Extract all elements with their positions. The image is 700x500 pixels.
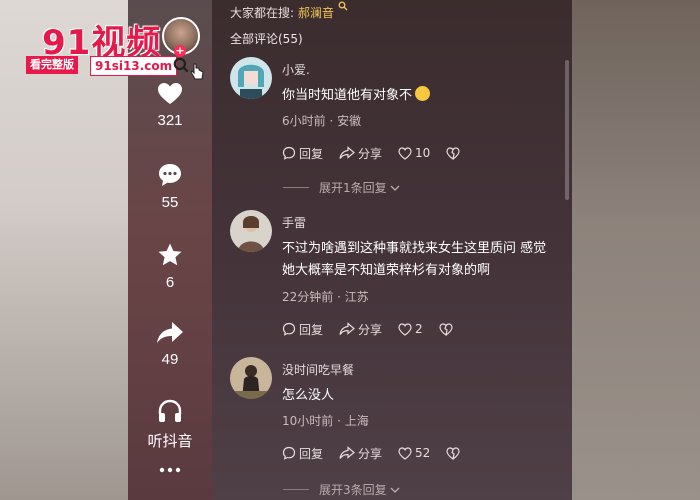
share-outline-icon (339, 322, 355, 335)
search-icon[interactable] (172, 56, 190, 74)
like-action[interactable]: 321 (128, 82, 212, 129)
commenter-avatar[interactable] (230, 57, 272, 99)
comment-text-content: 你当时知道他有对象不 (282, 88, 413, 103)
share-label: 分享 (358, 322, 383, 337)
commenter-avatar[interactable] (230, 210, 272, 252)
comment-meta: 10小时前 · 上海 (282, 414, 369, 428)
like-button[interactable]: 10 (398, 146, 430, 160)
dislike-button[interactable] (446, 146, 463, 160)
headphones-icon (158, 399, 182, 422)
comment-actions: 回复 分享 2 (282, 320, 472, 338)
expand-replies-button[interactable]: 展开3条回复 (283, 481, 400, 498)
heart-icon (158, 83, 182, 104)
hand-cursor-icon (190, 63, 204, 80)
watermark-logo[interactable]: 91视频 看完整版 91si13.com + (26, 15, 206, 80)
divider-line (283, 489, 309, 490)
dislike-button[interactable] (439, 322, 456, 336)
listen-label: 听抖音 (147, 433, 193, 450)
reply-button[interactable]: 回复 (282, 321, 323, 338)
more-action[interactable] (128, 466, 212, 474)
share-button[interactable]: 分享 (339, 145, 382, 162)
heart-outline-icon (398, 322, 412, 336)
like-count: 321 (157, 112, 183, 129)
comment-meta: 22分钟前 · 江苏 (282, 290, 369, 304)
comment-bubble-icon (159, 164, 181, 186)
comment-meta: 6小时前 · 安徽 (282, 114, 362, 128)
like-button[interactable]: 52 (398, 446, 430, 460)
more-dots-icon (159, 467, 181, 473)
reply-button[interactable]: 回复 (282, 445, 323, 462)
star-icon (158, 243, 182, 266)
comment-item: 小爱. 你当时知道他有对象不 6小时前 · 安徽 回复 分享 10 (230, 57, 560, 197)
reply-icon (282, 446, 296, 460)
comment-username[interactable]: 没时间吃早餐 (282, 361, 354, 378)
search-small-icon (338, 1, 348, 11)
favorite-action[interactable]: 6 (128, 242, 212, 291)
reply-label: 回复 (299, 322, 324, 337)
search-hint-prefix: 大家都在搜: (230, 6, 295, 20)
share-label: 分享 (358, 146, 383, 161)
reply-icon (282, 322, 296, 336)
comment-username[interactable]: 小爱. (282, 61, 310, 78)
comment-count: 55 (161, 194, 179, 211)
video-background-right (572, 0, 700, 500)
share-arrow-icon (157, 322, 183, 343)
share-outline-icon (339, 446, 355, 459)
share-count: 49 (161, 351, 179, 368)
chevron-down-icon (390, 185, 400, 191)
heart-outline-icon (398, 146, 412, 160)
divider-line (283, 187, 309, 188)
comment-action[interactable]: 55 (128, 162, 212, 211)
share-button[interactable]: 分享 (339, 445, 382, 462)
expand-label: 展开1条回复 (319, 181, 387, 195)
share-button[interactable]: 分享 (339, 321, 382, 338)
search-hint-keyword[interactable]: 郝澜音 (298, 6, 334, 20)
comment-actions: 回复 分享 52 (282, 444, 479, 462)
commenter-avatar[interactable] (230, 357, 272, 399)
expand-label: 展开3条回复 (319, 483, 387, 497)
reply-button[interactable]: 回复 (282, 145, 323, 162)
like-count: 10 (415, 146, 431, 160)
laughing-crying-emoji-icon (415, 86, 431, 101)
share-outline-icon (339, 146, 355, 159)
comments-title: 全部评论(55) (230, 32, 303, 46)
reply-icon (282, 146, 296, 160)
comment-text: 你当时知道他有对象不 (282, 85, 552, 107)
broken-heart-icon (446, 446, 460, 460)
comment-text: 怎么没人 (282, 388, 335, 403)
dislike-button[interactable] (446, 446, 463, 460)
comment-actions: 回复 分享 10 (282, 144, 479, 162)
comment-scrollbar[interactable] (565, 60, 569, 200)
comment-item: 没时间吃早餐 怎么没人 10小时前 · 上海 回复 分享 52 (230, 357, 560, 467)
broken-heart-icon (439, 322, 453, 336)
like-count: 2 (415, 322, 423, 336)
listen-action[interactable]: 听抖音 (128, 398, 212, 451)
expand-replies-button[interactable]: 展开1条回复 (283, 179, 400, 196)
comment-username[interactable]: 手雷 (282, 214, 306, 231)
search-hint[interactable]: 大家都在搜: 郝澜音 (230, 1, 348, 21)
favorite-count: 6 (165, 274, 175, 291)
logo-url: 91si13.com (90, 56, 178, 76)
comment-text: 不过为啥遇到这种事就找来女生这里质问 感觉她大概率是不知道荣梓杉有对象的啊 (282, 241, 547, 278)
like-count: 52 (415, 446, 431, 460)
chevron-down-icon (390, 487, 400, 493)
reply-label: 回复 (299, 146, 324, 161)
heart-outline-icon (398, 446, 412, 460)
comment-item: 手雷 不过为啥遇到这种事就找来女生这里质问 感觉她大概率是不知道荣梓杉有对象的啊… (230, 210, 560, 340)
share-label: 分享 (358, 446, 383, 461)
broken-heart-icon (446, 146, 460, 160)
like-button[interactable]: 2 (398, 322, 423, 336)
logo-tag: 看完整版 (26, 56, 78, 74)
reply-label: 回复 (299, 446, 324, 461)
share-action[interactable]: 49 (128, 321, 212, 368)
